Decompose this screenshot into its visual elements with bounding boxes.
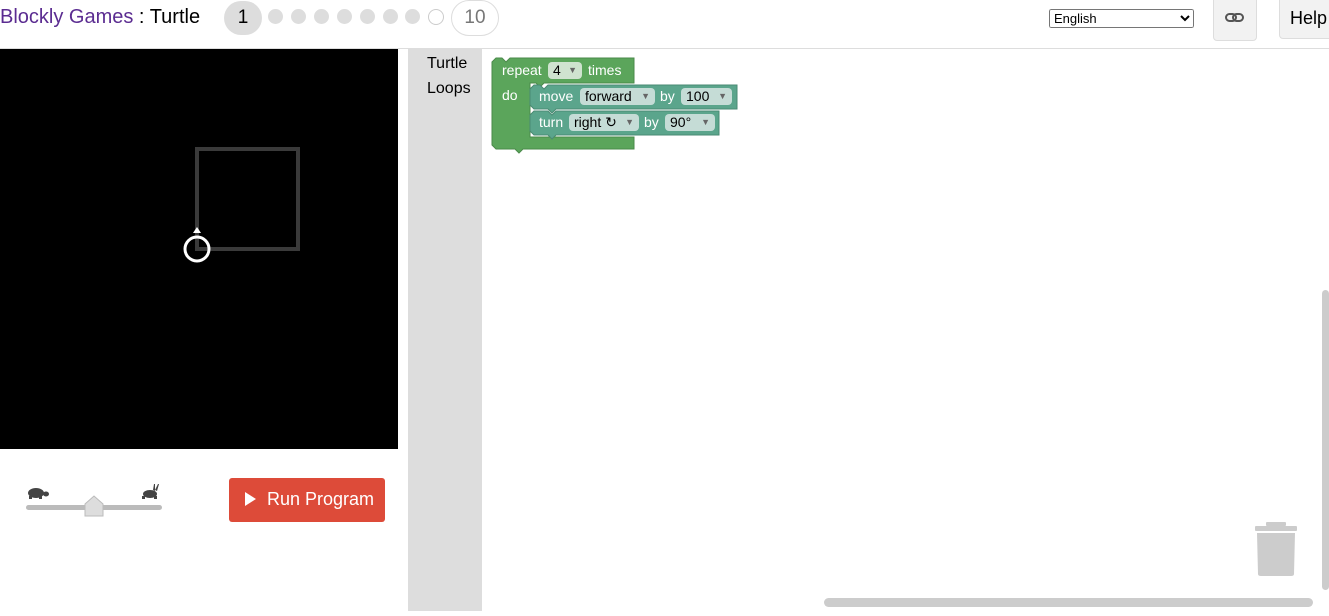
repeat-label: repeat [502,62,542,78]
times-label: times [588,62,622,78]
level-6-dot[interactable] [360,9,375,24]
run-program-button[interactable]: Run Program [229,478,385,522]
header: Blockly Games : Turtle 1 10 English Help [0,0,1329,49]
chevron-down-icon: ▼ [625,117,634,127]
level-7-dot[interactable] [383,9,398,24]
link-button[interactable] [1213,0,1257,41]
chevron-down-icon: ▼ [641,91,650,101]
move-direction-value: forward [585,88,632,104]
drawn-square [195,147,300,251]
move-label: move [539,88,574,104]
level-10-button[interactable]: 10 [451,0,499,36]
do-label: do [502,87,518,103]
rabbit-fast-icon [142,484,159,499]
move-amount-field[interactable]: 100 ▼ [681,88,732,105]
drawing [183,147,300,263]
page-title: Blockly Games : Turtle [0,6,200,29]
level-5-dot[interactable] [337,9,352,24]
move-by-label: by [660,88,675,104]
turn-direction-field[interactable]: right ↻ ▼ [569,114,639,131]
chevron-down-icon: ▼ [718,91,727,101]
move-direction-field[interactable]: forward ▼ [580,88,655,105]
language-select[interactable]: English [1049,9,1194,28]
block-workspace[interactable]: repeat 4 ▼ times do move forward ▼ by 10… [482,49,1329,611]
repeat-count-value: 4 [553,62,561,78]
turtle-slow-icon [28,488,49,499]
vertical-scrollbar[interactable] [1322,290,1329,590]
level-2-dot[interactable] [268,9,283,24]
turn-direction-value: right ↻ [574,114,617,130]
horizontal-scrollbar[interactable] [824,598,1313,607]
turn-angle-field[interactable]: 90° ▼ [665,114,715,131]
level-4-dot[interactable] [314,9,329,24]
title-separator: : [133,6,150,28]
turtle-canvas [0,49,398,449]
game-name: Turtle [149,6,201,28]
chevron-down-icon: ▼ [568,65,577,75]
turn-angle-value: 90° [670,114,692,130]
play-icon [245,492,256,506]
run-program-label: Run Program [267,489,375,509]
level-1-button[interactable]: 1 [224,1,262,35]
chevron-down-icon: ▼ [701,117,710,127]
brand-link[interactable]: Blockly Games [0,6,133,28]
move-amount-value: 100 [686,88,710,104]
toolbox-category-loops[interactable]: Loops [427,80,471,98]
level-3-dot[interactable] [291,9,306,24]
repeat-count-field[interactable]: 4 ▼ [548,62,582,79]
speed-slider[interactable] [24,484,164,520]
level-9-dot[interactable] [428,9,444,25]
help-button[interactable]: Help [1279,0,1329,39]
slider-knob[interactable] [84,495,104,517]
turn-by-label: by [644,114,659,130]
level-8-dot[interactable] [405,9,420,24]
toolbox-category-turtle[interactable]: Turtle [427,55,467,73]
toolbox: Turtle Loops [408,49,482,611]
link-icon [1225,13,1244,22]
trash-icon[interactable] [1254,520,1298,578]
turn-label: turn [539,114,564,130]
